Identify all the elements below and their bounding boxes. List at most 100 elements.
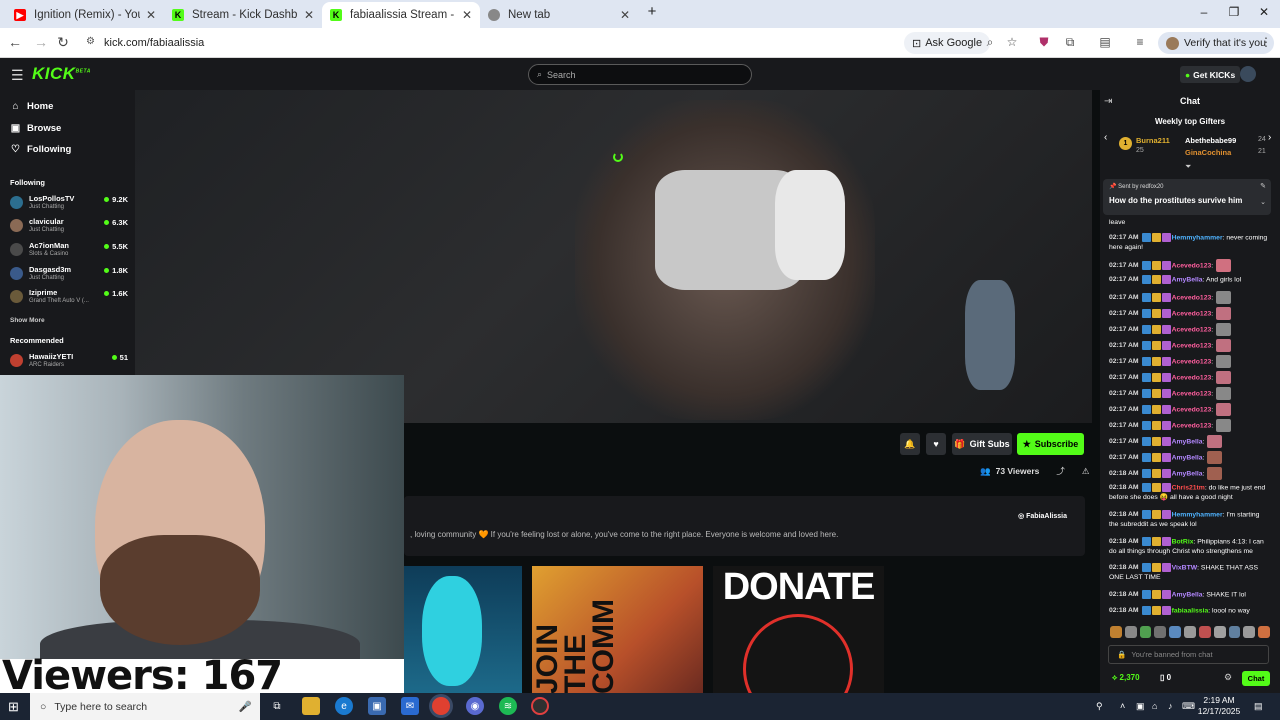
spotify-icon[interactable]: ≋ — [499, 697, 517, 715]
search-input[interactable]: ⌕ Search — [528, 64, 752, 85]
share-icon[interactable]: ⤴ — [1056, 465, 1065, 477]
message-username[interactable]: Acevedo123 — [1172, 342, 1212, 349]
restore-button[interactable]: ❐ — [1224, 5, 1244, 19]
message-username[interactable]: Hemmyhammer — [1172, 234, 1223, 241]
gift-subs-button[interactable]: 🎁 Gift Subs — [952, 433, 1012, 455]
message-username[interactable]: Acevedo123 — [1172, 310, 1212, 317]
emote-icon[interactable] — [1124, 626, 1137, 638]
following-channel[interactable]: Dasgasd3m Just Chatting 1.8K — [10, 264, 128, 286]
expand-pinned-icon[interactable]: ⌄ — [1260, 198, 1266, 206]
extensions-icon[interactable]: ⧉ — [1062, 35, 1078, 50]
windows-start-icon[interactable]: ⊞ — [8, 699, 19, 715]
message-username[interactable]: Acevedo123 — [1172, 262, 1212, 269]
next-arrow-icon[interactable]: › — [1268, 132, 1271, 143]
emote-icon[interactable] — [1110, 626, 1122, 638]
back-icon[interactable]: ← — [6, 34, 24, 50]
chat-settings-icon[interactable]: ⚙ — [1224, 672, 1232, 683]
microphone-icon[interactable]: 🎤 — [239, 700, 252, 713]
recommended-channel[interactable]: HawaiizYETI ARC Raiders 51 — [10, 351, 128, 373]
nav-home[interactable]: ⌂ Home — [10, 101, 53, 112]
emote-icon[interactable] — [1228, 626, 1241, 638]
emote-icon[interactable] — [1139, 626, 1152, 638]
emote-icon[interactable] — [1198, 626, 1211, 638]
tray-app-icon[interactable]: ▣ — [1136, 701, 1145, 712]
emote-icon[interactable] — [1213, 626, 1226, 638]
message-username[interactable]: AmyBella — [1172, 470, 1203, 477]
discord-icon[interactable]: ◉ — [466, 697, 484, 715]
message-username[interactable]: AmyBella — [1172, 454, 1203, 461]
tab-youtube[interactable]: ▶ Ignition (Remix) - YouTube ✕ — [6, 2, 164, 28]
gifter-name[interactable]: GinaCochina — [1185, 148, 1231, 157]
verify-profile-button[interactable]: Verify that it's you — [1158, 32, 1274, 54]
minimize-button[interactable]: – — [1194, 5, 1214, 19]
extension-shield-icon[interactable]: ⛊ — [1036, 35, 1052, 50]
menu-icon[interactable]: ☰ — [11, 67, 24, 84]
follow-heart-button[interactable]: ♥ — [926, 433, 946, 455]
subscribe-button[interactable]: ★ Subscribe — [1017, 433, 1084, 455]
following-channel[interactable]: Iziprime Grand Theft Auto V (... 1.6K — [10, 287, 128, 309]
kick-logo[interactable]: KICKBETA — [32, 64, 91, 84]
tickets-balance[interactable]: ▯ 0 — [1160, 673, 1171, 682]
emote-icon[interactable] — [1154, 626, 1167, 638]
user-avatar[interactable] — [1240, 66, 1256, 82]
emote-icon[interactable] — [1184, 626, 1196, 638]
report-icon[interactable]: ⚠ — [1082, 466, 1090, 477]
message-username[interactable]: Acevedo123 — [1172, 390, 1212, 397]
get-kicks-button[interactable]: ● Get KICKs — [1180, 66, 1241, 83]
new-tab-button[interactable]: + — [642, 3, 662, 20]
edge-icon[interactable]: e — [335, 697, 353, 715]
zoom-icon[interactable]: ⌕ — [982, 35, 998, 50]
message-username[interactable]: fabiaalissia — [1172, 607, 1209, 614]
emote-icon[interactable] — [1243, 626, 1256, 638]
volume-icon[interactable]: ♪ — [1168, 701, 1173, 711]
message-username[interactable]: Acevedo123 — [1172, 358, 1212, 365]
file-explorer-icon[interactable] — [302, 697, 320, 715]
taskbar-search-input[interactable]: ○ Type here to search 🎤 — [30, 693, 260, 720]
unpin-icon[interactable]: ✎ — [1260, 182, 1266, 190]
close-tab-icon[interactable]: ✕ — [620, 8, 630, 22]
prev-arrow-icon[interactable]: ‹ — [1104, 132, 1107, 143]
mail-icon[interactable]: ✉ — [401, 697, 419, 715]
tab-kick-dashboard[interactable]: K Stream - Kick Dashboard ✕ — [164, 2, 322, 28]
gifter-name[interactable]: Abethebabe99 — [1185, 136, 1236, 145]
close-window-button[interactable]: ✕ — [1254, 5, 1274, 19]
kicks-balance[interactable]: ⟡ 2,370 — [1112, 673, 1140, 683]
reload-icon[interactable]: ↻ — [54, 34, 72, 51]
message-username[interactable]: AmyBella — [1172, 591, 1203, 598]
gifter-name[interactable]: Burna211 — [1136, 136, 1170, 145]
panel-join-community[interactable]: JOIN THE COMM — [532, 566, 703, 694]
panel-bunny[interactable] — [404, 566, 522, 694]
tab-search-icon[interactable]: ▤ — [1097, 35, 1113, 49]
expand-arrow-icon[interactable]: ⏷ — [1185, 162, 1191, 172]
nav-following[interactable]: ♡ Following — [10, 144, 71, 155]
instagram-link[interactable]: ◎ FabiaAlissia — [1018, 512, 1067, 520]
chrome-icon[interactable] — [432, 697, 450, 715]
reading-list-icon[interactable]: ≡ — [1132, 35, 1148, 49]
message-username[interactable]: AmyBella — [1172, 276, 1203, 283]
emote-icon[interactable] — [1169, 626, 1182, 638]
message-username[interactable]: Hemmyhammer — [1172, 511, 1223, 518]
task-view-icon[interactable]: ⧉ — [268, 697, 286, 715]
show-more-button[interactable]: Show More — [10, 317, 45, 324]
close-tab-icon[interactable]: ✕ — [304, 8, 314, 22]
following-channel[interactable]: Ac7ionMan Slots & Casino 5.5K — [10, 240, 128, 262]
message-username[interactable]: Acevedo123 — [1172, 374, 1212, 381]
chat-input[interactable]: 🔒 You're banned from chat — [1108, 645, 1269, 664]
message-username[interactable]: BotRix — [1172, 538, 1194, 545]
nav-browse[interactable]: ▣ Browse — [10, 123, 62, 134]
address-bar[interactable]: ⚙ kick.com/fabiaalissia — [80, 31, 900, 55]
send-chat-button[interactable]: Chat — [1242, 671, 1270, 686]
close-tab-icon[interactable]: ✕ — [146, 8, 156, 22]
tray-chevron-icon[interactable]: ˄ — [1120, 701, 1125, 711]
notification-icon[interactable]: ▤ — [1254, 701, 1263, 712]
message-username[interactable]: Acevedo123 — [1172, 294, 1212, 301]
panel-donate[interactable]: DONATE — [713, 566, 884, 694]
tab-new-tab[interactable]: New tab ✕ — [480, 2, 638, 28]
message-username[interactable]: Chris21tm — [1172, 484, 1205, 491]
people-icon[interactable]: ⚲ — [1096, 701, 1103, 712]
message-username[interactable]: VixBTW — [1172, 564, 1198, 571]
network-icon[interactable]: ⌂ — [1152, 701, 1157, 711]
browser-menu-icon[interactable]: ⋮ — [1258, 35, 1274, 49]
ask-google-button[interactable]: ⊡ Ask Google — [904, 32, 991, 54]
site-info-icon[interactable]: ⚙ — [86, 36, 95, 47]
